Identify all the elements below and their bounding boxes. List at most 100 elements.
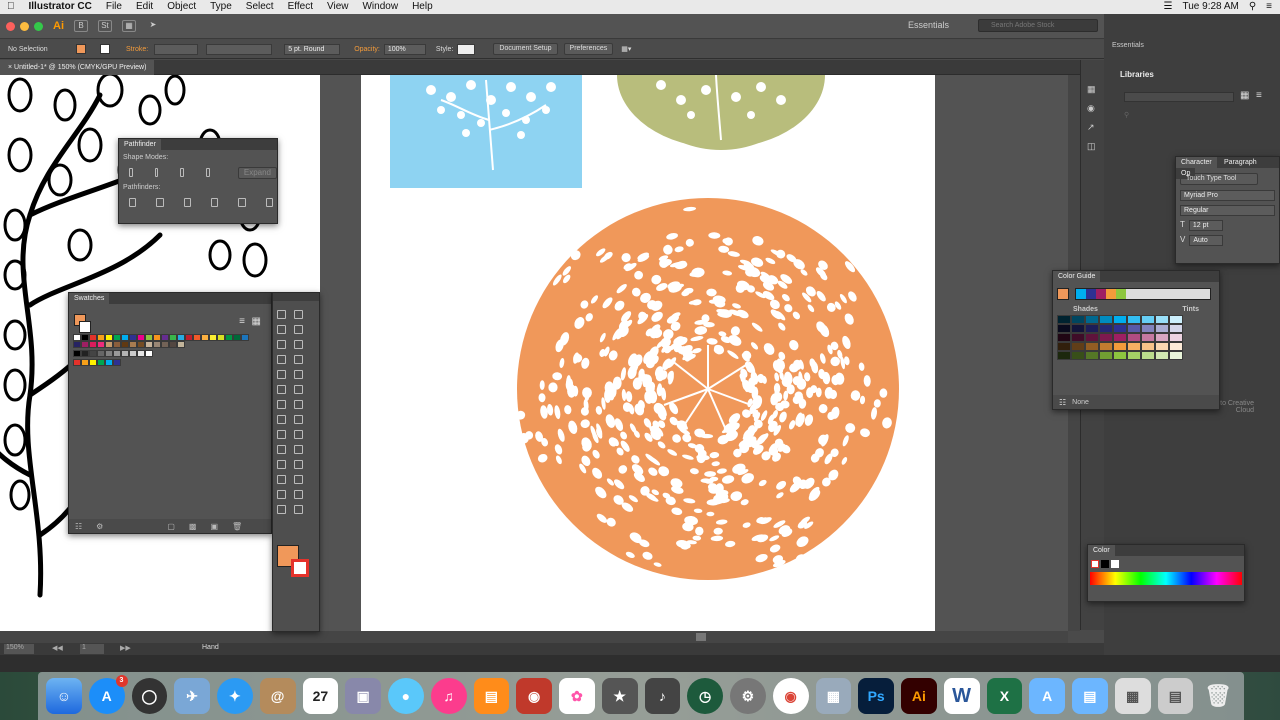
guide-tint[interactable] <box>1127 342 1141 351</box>
preferences-button[interactable]: Preferences <box>563 43 614 55</box>
guide-shade[interactable] <box>1071 351 1085 360</box>
zoom-window-button[interactable] <box>34 21 43 31</box>
swatch[interactable] <box>185 334 193 341</box>
swatch[interactable] <box>209 334 217 341</box>
timemachine-dock-icon[interactable]: ◷ <box>687 678 723 714</box>
color-guide-grid[interactable] <box>1057 315 1215 360</box>
guide-shade[interactable] <box>1085 324 1099 333</box>
chrome-dock-icon[interactable]: ◉ <box>772 678 809 714</box>
guide-tint[interactable] <box>1155 324 1169 333</box>
guide-tint[interactable] <box>1169 351 1183 360</box>
list-view-icon[interactable]: ≡ <box>239 316 245 327</box>
guide-shade[interactable] <box>1099 351 1113 360</box>
guide-base[interactable] <box>1113 342 1127 351</box>
library-search-icon[interactable]: ⚲ <box>1124 111 1129 119</box>
guide-base[interactable] <box>1113 315 1127 324</box>
swatch-grid-icon[interactable]: ▦ <box>252 316 261 327</box>
stroke-weight-field[interactable] <box>154 43 199 55</box>
swatch[interactable] <box>113 341 121 348</box>
new-swatch-icon[interactable]: ▣ <box>210 522 218 531</box>
guide-tint[interactable] <box>1169 315 1183 324</box>
opacity-field[interactable]: 100% <box>383 43 426 55</box>
guide-shade[interactable] <box>1099 315 1113 324</box>
direct-selection-tool-icon[interactable] <box>294 310 303 319</box>
swatch[interactable] <box>105 341 113 348</box>
white-color-icon[interactable] <box>1111 560 1119 568</box>
transform-icon[interactable]: ↗ <box>1087 118 1096 137</box>
document-stack-icon[interactable]: ▦ <box>1114 678 1151 714</box>
imovie-dock-icon[interactable]: ★ <box>601 678 638 714</box>
guide-shade[interactable] <box>1057 324 1071 333</box>
swatch[interactable] <box>105 334 113 341</box>
swatch[interactable] <box>89 341 97 348</box>
expand-button[interactable]: Expand <box>237 166 278 179</box>
close-window-button[interactable] <box>6 21 15 31</box>
swatch[interactable] <box>161 334 169 341</box>
swatch[interactable] <box>129 341 137 348</box>
preview-dock-icon[interactable]: ✈ <box>174 678 210 714</box>
zoom-tool-icon[interactable] <box>294 505 303 514</box>
essentials-switcher[interactable]: Essentials <box>1112 42 1144 49</box>
menu-object[interactable]: Object <box>160 0 203 14</box>
menu-list-icon[interactable]: ≡ <box>1266 0 1272 14</box>
swatch[interactable] <box>81 350 89 357</box>
guide-tint[interactable] <box>1141 324 1155 333</box>
unite-icon[interactable] <box>129 168 133 177</box>
swatch[interactable] <box>161 341 169 348</box>
swatch[interactable] <box>137 341 145 348</box>
contacts-dock-icon[interactable]: @ <box>259 678 296 714</box>
merge-icon[interactable] <box>183 198 191 207</box>
horizontal-scrollbar[interactable] <box>0 631 1068 643</box>
guide-tint[interactable] <box>1141 351 1155 360</box>
first-page-icon[interactable]: ◀◀ <box>52 644 63 652</box>
swatch[interactable] <box>129 334 137 341</box>
guide-shade[interactable] <box>1099 324 1113 333</box>
guide-tint[interactable] <box>1141 342 1155 351</box>
menu-help[interactable]: Help <box>405 0 440 14</box>
stock-search-input[interactable]: Search Adobe Stock <box>978 19 1098 32</box>
guide-shade[interactable] <box>1085 333 1099 342</box>
guide-tint[interactable] <box>1141 315 1155 324</box>
swatch-color-group[interactable] <box>73 359 267 366</box>
appearance-icon[interactable]: ◉ <box>1087 99 1096 118</box>
brush-definition[interactable]: 5 pt. Round <box>284 43 341 55</box>
app-menu[interactable]: Illustrator CC <box>22 0 99 14</box>
rectangle-tool-icon[interactable] <box>277 370 286 379</box>
library-grid-icon[interactable]: ▦ <box>1240 90 1249 101</box>
guide-shade[interactable] <box>1071 342 1085 351</box>
clock[interactable]: Tue 9:28 AM <box>1183 0 1239 14</box>
menu-edit[interactable]: Edit <box>129 0 160 14</box>
align-icon[interactable]: ◫ <box>1087 137 1096 156</box>
guide-base[interactable] <box>1113 351 1127 360</box>
guide-tint[interactable] <box>1155 315 1169 324</box>
magic-wand-icon[interactable] <box>277 325 286 334</box>
eraser-icon[interactable] <box>294 385 303 394</box>
zoom-field[interactable]: 150% <box>4 644 34 654</box>
guide-shade[interactable] <box>1057 342 1071 351</box>
photos-dock-icon[interactable]: ✿ <box>559 678 595 714</box>
wifi-icon[interactable]: ☰ <box>1164 0 1173 14</box>
swatch[interactable] <box>121 334 129 341</box>
swatch[interactable] <box>145 341 153 348</box>
applications-folder-icon[interactable]: A <box>1029 678 1065 714</box>
guide-libraries-icon[interactable]: ☷ <box>1059 398 1066 407</box>
bridge-icon[interactable]: B <box>74 20 88 32</box>
libraries-panel-title[interactable]: Libraries <box>1120 70 1154 79</box>
perspective-grid-icon[interactable] <box>294 430 303 439</box>
swatch[interactable] <box>73 341 81 348</box>
menu-effect[interactable]: Effect <box>281 0 320 14</box>
scale-tool-icon[interactable] <box>294 400 303 409</box>
system-preferences-dock-icon[interactable]: ⚙ <box>730 678 766 714</box>
swatch[interactable] <box>177 334 185 341</box>
swatch[interactable] <box>177 341 185 348</box>
none-color-icon[interactable] <box>1091 560 1099 568</box>
swatch[interactable] <box>121 350 129 357</box>
image-capture-dock-icon[interactable]: ▣ <box>345 678 381 714</box>
width-tool-icon[interactable] <box>277 415 286 424</box>
safari-dock-icon[interactable]: ✦ <box>217 678 253 714</box>
notes-dock-icon[interactable]: ▤ <box>1157 678 1194 714</box>
color-guide-tab[interactable]: Color Guide <box>1053 271 1101 282</box>
guide-tint[interactable] <box>1155 333 1169 342</box>
menu-file[interactable]: File <box>99 0 129 14</box>
paintbrush-icon[interactable] <box>294 370 303 379</box>
